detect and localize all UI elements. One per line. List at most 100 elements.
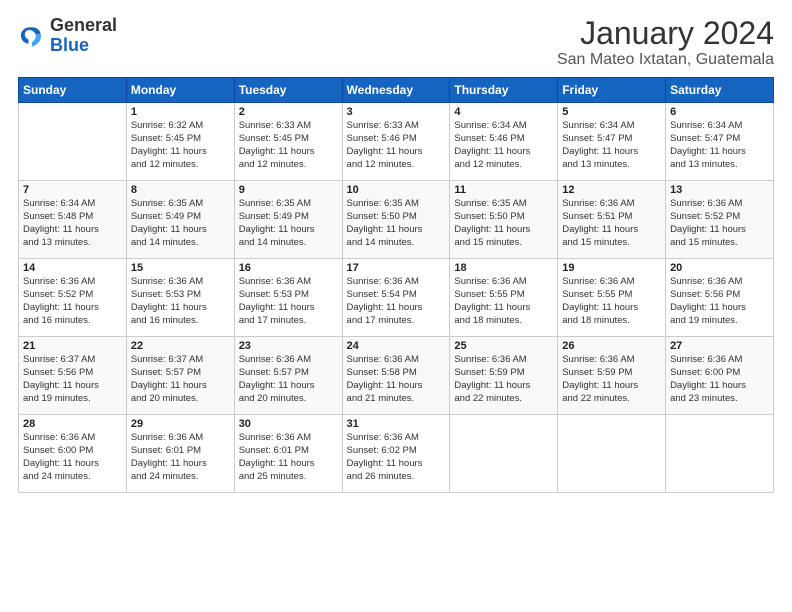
day-number: 29 xyxy=(131,418,230,430)
header-wednesday: Wednesday xyxy=(342,78,450,103)
cell-w4-d1: 29 Sunrise: 6:36 AM Sunset: 6:01 PM Dayl… xyxy=(126,415,234,493)
header-saturday: Saturday xyxy=(666,78,774,103)
daylight-extra: and 16 minutes. xyxy=(131,315,230,328)
logo: General Blue xyxy=(18,16,117,56)
sunrise-text: Sunrise: 6:36 AM xyxy=(347,276,446,289)
sunset-text: Sunset: 6:01 PM xyxy=(131,445,230,458)
header-sunday: Sunday xyxy=(19,78,127,103)
sunrise-text: Sunrise: 6:36 AM xyxy=(670,276,769,289)
cell-w1-d0: 7 Sunrise: 6:34 AM Sunset: 5:48 PM Dayli… xyxy=(19,181,127,259)
cell-w1-d5: 12 Sunrise: 6:36 AM Sunset: 5:51 PM Dayl… xyxy=(558,181,666,259)
logo-general-text: General xyxy=(50,15,117,35)
sunset-text: Sunset: 5:49 PM xyxy=(131,211,230,224)
day-number: 21 xyxy=(23,340,122,352)
daylight-text: Daylight: 11 hours xyxy=(239,380,338,393)
daylight-extra: and 24 minutes. xyxy=(23,471,122,484)
daylight-text: Daylight: 11 hours xyxy=(562,380,661,393)
daylight-extra: and 13 minutes. xyxy=(23,237,122,250)
daylight-text: Daylight: 11 hours xyxy=(454,146,553,159)
logo-blue-text: Blue xyxy=(50,35,89,55)
daylight-text: Daylight: 11 hours xyxy=(454,302,553,315)
daylight-extra: and 22 minutes. xyxy=(562,393,661,406)
daylight-extra: and 18 minutes. xyxy=(562,315,661,328)
daylight-extra: and 12 minutes. xyxy=(131,159,230,172)
daylight-extra: and 24 minutes. xyxy=(131,471,230,484)
day-number: 28 xyxy=(23,418,122,430)
day-number: 3 xyxy=(347,106,446,118)
sunset-text: Sunset: 5:50 PM xyxy=(454,211,553,224)
sunset-text: Sunset: 5:49 PM xyxy=(239,211,338,224)
daylight-text: Daylight: 11 hours xyxy=(670,380,769,393)
sunset-text: Sunset: 5:51 PM xyxy=(562,211,661,224)
week-row-4: 28 Sunrise: 6:36 AM Sunset: 6:00 PM Dayl… xyxy=(19,415,774,493)
calendar-header: Sunday Monday Tuesday Wednesday Thursday… xyxy=(19,78,774,103)
cell-w3-d4: 25 Sunrise: 6:36 AM Sunset: 5:59 PM Dayl… xyxy=(450,337,558,415)
cell-w2-d6: 20 Sunrise: 6:36 AM Sunset: 5:56 PM Dayl… xyxy=(666,259,774,337)
daylight-text: Daylight: 11 hours xyxy=(131,146,230,159)
daylight-extra: and 15 minutes. xyxy=(454,237,553,250)
calendar-body: 1 Sunrise: 6:32 AM Sunset: 5:45 PM Dayli… xyxy=(19,103,774,493)
day-number: 10 xyxy=(347,184,446,196)
daylight-extra: and 15 minutes. xyxy=(670,237,769,250)
daylight-text: Daylight: 11 hours xyxy=(562,224,661,237)
day-number: 20 xyxy=(670,262,769,274)
logo-icon xyxy=(18,22,46,50)
cell-w1-d2: 9 Sunrise: 6:35 AM Sunset: 5:49 PM Dayli… xyxy=(234,181,342,259)
sunset-text: Sunset: 5:54 PM xyxy=(347,289,446,302)
sunrise-text: Sunrise: 6:36 AM xyxy=(347,432,446,445)
day-number: 4 xyxy=(454,106,553,118)
sunrise-text: Sunrise: 6:32 AM xyxy=(131,120,230,133)
daylight-extra: and 21 minutes. xyxy=(347,393,446,406)
daylight-extra: and 17 minutes. xyxy=(239,315,338,328)
sunrise-text: Sunrise: 6:36 AM xyxy=(670,198,769,211)
day-number: 27 xyxy=(670,340,769,352)
daylight-extra: and 23 minutes. xyxy=(670,393,769,406)
daylight-extra: and 12 minutes. xyxy=(239,159,338,172)
sunset-text: Sunset: 5:55 PM xyxy=(454,289,553,302)
daylight-text: Daylight: 11 hours xyxy=(23,380,122,393)
sunrise-text: Sunrise: 6:36 AM xyxy=(131,432,230,445)
day-number: 1 xyxy=(131,106,230,118)
daylight-text: Daylight: 11 hours xyxy=(454,224,553,237)
sunset-text: Sunset: 6:01 PM xyxy=(239,445,338,458)
cell-w2-d1: 15 Sunrise: 6:36 AM Sunset: 5:53 PM Dayl… xyxy=(126,259,234,337)
daylight-text: Daylight: 11 hours xyxy=(347,458,446,471)
day-number: 5 xyxy=(562,106,661,118)
sunrise-text: Sunrise: 6:34 AM xyxy=(23,198,122,211)
cell-w2-d4: 18 Sunrise: 6:36 AM Sunset: 5:55 PM Dayl… xyxy=(450,259,558,337)
cell-w2-d5: 19 Sunrise: 6:36 AM Sunset: 5:55 PM Dayl… xyxy=(558,259,666,337)
sunset-text: Sunset: 5:59 PM xyxy=(562,367,661,380)
daylight-text: Daylight: 11 hours xyxy=(239,224,338,237)
daylight-text: Daylight: 11 hours xyxy=(131,380,230,393)
sunset-text: Sunset: 5:56 PM xyxy=(670,289,769,302)
sunset-text: Sunset: 5:59 PM xyxy=(454,367,553,380)
cell-w2-d3: 17 Sunrise: 6:36 AM Sunset: 5:54 PM Dayl… xyxy=(342,259,450,337)
daylight-text: Daylight: 11 hours xyxy=(239,302,338,315)
sunrise-text: Sunrise: 6:36 AM xyxy=(454,354,553,367)
daylight-extra: and 25 minutes. xyxy=(239,471,338,484)
logo-text: General Blue xyxy=(50,16,117,56)
day-number: 23 xyxy=(239,340,338,352)
daylight-extra: and 20 minutes. xyxy=(239,393,338,406)
sunset-text: Sunset: 5:46 PM xyxy=(347,133,446,146)
cell-w2-d2: 16 Sunrise: 6:36 AM Sunset: 5:53 PM Dayl… xyxy=(234,259,342,337)
sunrise-text: Sunrise: 6:36 AM xyxy=(562,198,661,211)
daylight-extra: and 17 minutes. xyxy=(347,315,446,328)
daylight-text: Daylight: 11 hours xyxy=(347,224,446,237)
sunrise-text: Sunrise: 6:36 AM xyxy=(131,276,230,289)
sunrise-text: Sunrise: 6:37 AM xyxy=(131,354,230,367)
daylight-extra: and 12 minutes. xyxy=(454,159,553,172)
cell-w1-d4: 11 Sunrise: 6:35 AM Sunset: 5:50 PM Dayl… xyxy=(450,181,558,259)
sunrise-text: Sunrise: 6:35 AM xyxy=(131,198,230,211)
daylight-text: Daylight: 11 hours xyxy=(239,146,338,159)
daylight-text: Daylight: 11 hours xyxy=(131,458,230,471)
sunset-text: Sunset: 6:00 PM xyxy=(23,445,122,458)
calendar-title: January 2024 xyxy=(557,16,774,51)
day-number: 7 xyxy=(23,184,122,196)
cell-w0-d4: 4 Sunrise: 6:34 AM Sunset: 5:46 PM Dayli… xyxy=(450,103,558,181)
title-block: January 2024 San Mateo Ixtatan, Guatemal… xyxy=(557,16,774,69)
sunset-text: Sunset: 6:00 PM xyxy=(670,367,769,380)
cell-w1-d1: 8 Sunrise: 6:35 AM Sunset: 5:49 PM Dayli… xyxy=(126,181,234,259)
sunrise-text: Sunrise: 6:34 AM xyxy=(454,120,553,133)
sunrise-text: Sunrise: 6:35 AM xyxy=(239,198,338,211)
